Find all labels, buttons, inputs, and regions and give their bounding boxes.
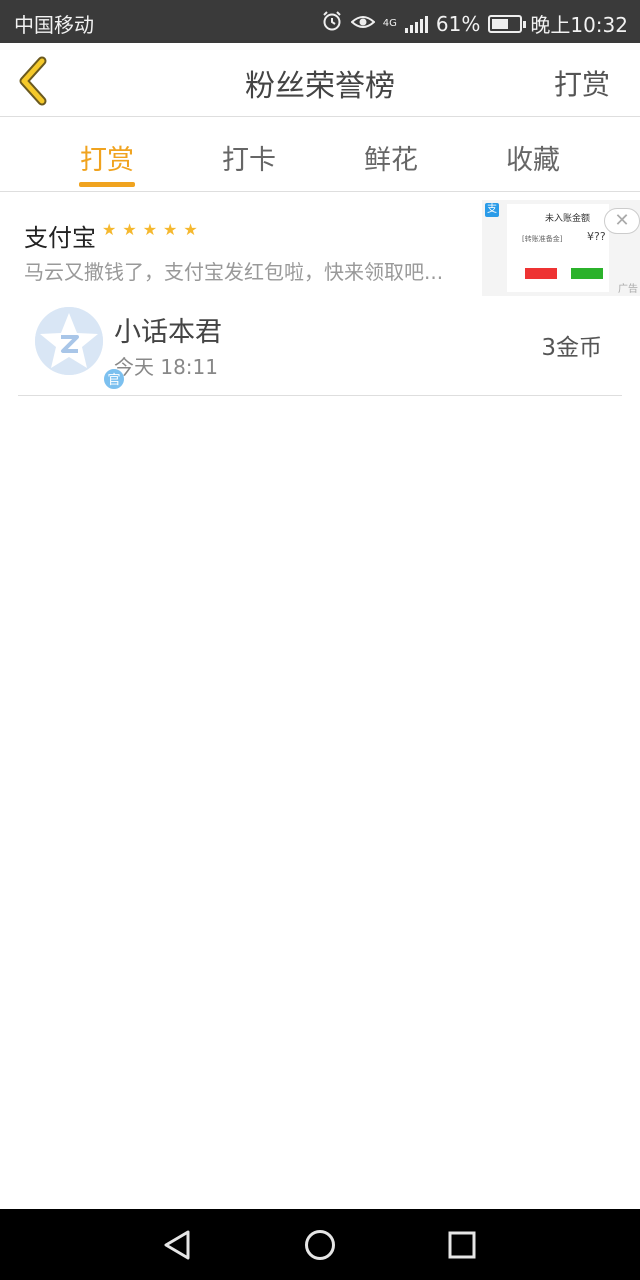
clock: 晚上10:32 xyxy=(530,13,628,37)
star-icon: ★ xyxy=(142,220,158,239)
reward-time: 今天 18:11 xyxy=(114,355,218,379)
ad-description: 马云又撒钱了，支付宝发红包啦，快来领取吧... xyxy=(24,260,444,284)
carrier-label: 中国移动 xyxy=(14,13,94,37)
tab-flowers[interactable]: 鲜花 xyxy=(320,118,462,191)
ad-image-price: ¥?? xyxy=(587,230,606,243)
eye-icon xyxy=(350,12,376,36)
ad-image-card: 未入账金额 [转账准备金] ¥?? xyxy=(507,204,609,292)
avatar: 官 xyxy=(35,307,126,391)
tab-label: 收藏 xyxy=(506,145,560,176)
status-icons: 4G 61% 晚上10:32 xyxy=(321,9,628,38)
tab-label: 鲜花 xyxy=(364,145,418,176)
app-header: 粉丝荣誉榜 打赏 xyxy=(0,43,640,117)
star-icon: ★ xyxy=(183,220,198,239)
ad-rating: ★ ★ ★ ★ ★ xyxy=(102,220,198,239)
back-button[interactable] xyxy=(8,53,64,109)
active-tab-indicator xyxy=(79,182,135,187)
star-icon: ★ xyxy=(102,220,117,239)
tab-checkin[interactable]: 打卡 xyxy=(178,118,320,191)
tab-bar: 打赏 打卡 鲜花 收藏 xyxy=(0,118,640,192)
page-title: 粉丝荣誉榜 xyxy=(245,69,395,104)
alarm-icon xyxy=(321,10,343,37)
star-logo-icon xyxy=(35,307,103,375)
ad-title: 支付宝 xyxy=(24,224,96,252)
network-label: 4G xyxy=(382,18,397,29)
tab-label: 打卡 xyxy=(222,145,276,176)
user-name: 小话本君 xyxy=(114,317,222,348)
tab-reward[interactable]: 打赏 xyxy=(36,118,178,191)
star-icon: ★ xyxy=(122,220,137,239)
recents-square-icon[interactable] xyxy=(442,1225,482,1265)
ad-image-green-button xyxy=(571,268,603,279)
status-bar: 中国移动 4G 61% 晚上10:32 xyxy=(0,0,640,43)
reward-amount: 3金币 xyxy=(541,335,602,361)
alipay-logo: 支 xyxy=(485,203,499,217)
back-triangle-icon[interactable] xyxy=(158,1225,198,1265)
signal-icon xyxy=(404,15,428,33)
ad-label: 广告 xyxy=(618,284,638,295)
ad-banner[interactable]: 支付宝 ★ ★ ★ ★ ★ 马云又撒钱了，支付宝发红包啦，快来领取吧... 支 未入账金… xyxy=(0,192,640,296)
ad-image-field: [转账准备金] xyxy=(522,235,563,243)
battery-percent: 61% xyxy=(435,11,481,36)
star-icon: ★ xyxy=(163,220,178,239)
tab-favorites[interactable]: 收藏 xyxy=(462,118,604,191)
ad-image-red-button xyxy=(525,268,557,279)
ad-image-heading: 未入账金额 xyxy=(545,214,591,224)
battery-icon xyxy=(488,14,527,33)
navigation-bar xyxy=(0,1209,640,1280)
battery-fill xyxy=(492,18,509,29)
tab-label: 打赏 xyxy=(80,145,134,176)
home-circle-icon[interactable] xyxy=(300,1225,340,1265)
chevron-left-icon xyxy=(19,56,47,106)
reward-button[interactable]: 打赏 xyxy=(554,63,610,103)
close-icon[interactable]: ✕ xyxy=(604,208,640,234)
list-item[interactable]: 官 小话本君 今天 18:11 3金币 xyxy=(18,296,622,396)
